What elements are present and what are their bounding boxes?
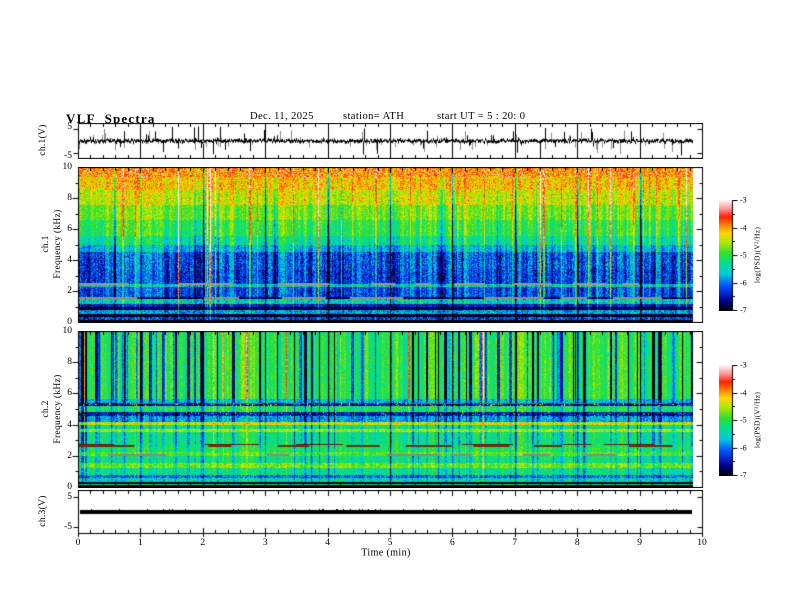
- ch1-waveform-canvas: [70, 123, 709, 159]
- ch3-wave-ytick-label: 5: [67, 492, 72, 502]
- ch2-spec-channel-label: ch.2: [41, 400, 51, 418]
- x-tick-label: 2: [200, 538, 206, 548]
- ch1-spectrogram-canvas: [70, 167, 709, 323]
- ch1-spec-freq-label: Frequency (kHz): [53, 209, 63, 279]
- ch2-spec-ytick-label: 4: [67, 419, 72, 430]
- ch2-spec-freq-label: Frequency (kHz): [53, 374, 63, 444]
- plot-area: VLF Spectra Dec. 11, 2025 station= ATH s…: [0, 0, 792, 612]
- x-tick-label: 3: [262, 538, 268, 548]
- colorbar1-canvas: [719, 200, 739, 311]
- x-tick-label: 8: [574, 538, 580, 548]
- ch3-waveform-canvas: [70, 490, 709, 538]
- colorbar2-canvas: [719, 365, 739, 476]
- ch2-spec-ytick-label: 6: [67, 388, 72, 399]
- ch2-spec-ytick-label: 10: [62, 326, 73, 336]
- colorbar1-tick-label: -4: [740, 223, 747, 232]
- x-tick-label: 10: [697, 538, 707, 548]
- x-tick-label: 5: [387, 538, 393, 548]
- colorbar2-tick-label: -6: [740, 443, 747, 452]
- figure-start-time: start UT = 5 : 20: 0: [437, 111, 526, 122]
- colorbar1-tick-label: -3: [740, 195, 747, 205]
- x-tick-label: 1: [138, 538, 143, 548]
- colorbar2-label: log(PSD)(V²/Hz): [752, 391, 762, 449]
- ch3-wave-ytick-label: -5: [64, 522, 72, 532]
- ch3-wave-ylabel: ch.3(V): [38, 495, 48, 527]
- x-tick-label: 4: [325, 538, 330, 548]
- ch1-spec-ytick-label: 6: [67, 224, 72, 234]
- ch2-spec-ytick-label: 2: [67, 450, 72, 461]
- colorbar1-tick-label: -6: [740, 278, 747, 287]
- ch1-spec-ytick-label: 4: [67, 255, 72, 265]
- figure-date: Dec. 11, 2025: [250, 111, 314, 122]
- x-tick-label: 9: [637, 538, 642, 548]
- colorbar2-tick-label: -4: [740, 388, 747, 397]
- ch1-spec-ytick-label: 2: [67, 286, 72, 296]
- colorbar2-tick-label: -7: [740, 470, 747, 480]
- colorbar2-tick-label: -3: [740, 360, 747, 370]
- ch1-spec-ytick-label: 8: [67, 193, 72, 203]
- figure-station: station= ATH: [343, 111, 405, 122]
- x-tick-label: 6: [450, 538, 455, 548]
- ch1-wave-ylabel: ch.1(V): [38, 124, 48, 156]
- x-tick-label: 7: [512, 538, 518, 548]
- colorbar1-label: log(PSD)(V²/Hz): [752, 226, 762, 284]
- ch1-wave-ytick-label: 5: [67, 121, 72, 132]
- colorbar1-tick-label: -7: [740, 305, 747, 315]
- ch2-spec-ytick-label: 8: [67, 357, 72, 368]
- ch1-wave-ytick-label: -5: [64, 150, 72, 161]
- x-tick-label: 0: [75, 538, 81, 548]
- colorbar2-tick-label: -5: [740, 415, 747, 425]
- ch1-spec-channel-label: ch.1: [41, 235, 51, 253]
- colorbar1-tick-label: -5: [740, 250, 747, 260]
- ch1-spec-ytick-label: 10: [62, 162, 73, 172]
- time-axis-label: Time (min): [361, 547, 411, 559]
- ch2-spectrogram-canvas: [70, 331, 709, 488]
- vlf-spectra-figure: VLF Spectra Dec. 11, 2025 station= ATH s…: [0, 0, 792, 612]
- ch2-spec-ytick-label: 0: [67, 482, 72, 492]
